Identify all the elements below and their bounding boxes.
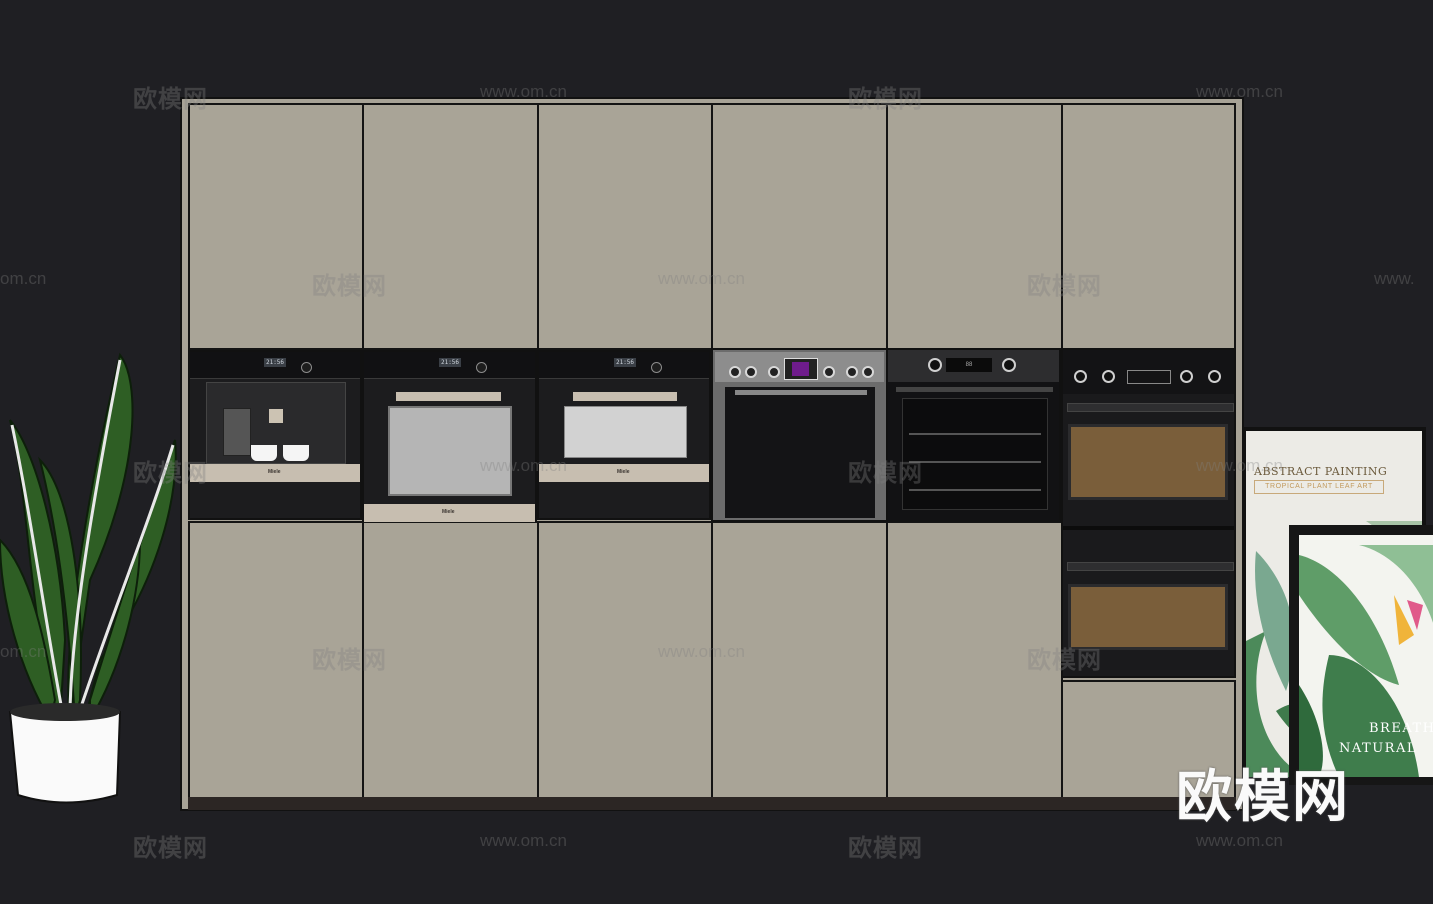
potted-plant (0, 352, 177, 804)
oven-display (784, 358, 818, 380)
coffee-spout-icon (269, 409, 283, 423)
upper-cabinet-door-4 (711, 103, 888, 350)
steam-oven: 21:56 Miele (537, 350, 711, 520)
stainless-oven (711, 348, 888, 522)
watermark-url: www.om.cn (480, 82, 567, 101)
control-knob-icon (1002, 358, 1016, 372)
poster-text: NATURAL (1339, 741, 1417, 756)
plant-leaf (89, 539, 141, 724)
poster-canvas: BREATH NATURAL (1299, 535, 1433, 777)
upper-cabinet-door-2 (362, 103, 539, 350)
control-knob-icon (729, 366, 741, 378)
oven-window (564, 406, 687, 458)
upper-cabinet-door-1 (188, 103, 364, 350)
lower-cabinet-door-2 (362, 521, 539, 799)
coffee-spout-icon (223, 408, 251, 456)
watermark-brand: 欧模网 (312, 647, 387, 674)
watermark-url: www. (1374, 269, 1415, 288)
control-knob-icon (1180, 370, 1193, 383)
oven-handle (735, 390, 867, 395)
tropical-leaf-poster: BREATH NATURAL (1289, 525, 1433, 785)
time-display: 21:56 (614, 358, 636, 367)
pot-soil (10, 703, 120, 721)
watermark-url: om.cn (0, 642, 47, 661)
control-knob-icon (928, 358, 942, 372)
watermark-url: om.cn (0, 269, 47, 288)
coffee-niche (206, 382, 346, 464)
upper-cabinet-door-5 (886, 103, 1063, 350)
watermark-brand: 欧模网 (848, 835, 923, 862)
watermark-brand: 欧模网 (1027, 273, 1102, 300)
watermark-url: www.om.cn (1196, 82, 1283, 101)
oven-window (388, 406, 512, 496)
watermark-url: www.om.cn (658, 642, 745, 661)
control-knob-icon (651, 362, 662, 373)
watermark-brand: 欧模网 (848, 460, 923, 487)
brand-logo: Miele (442, 509, 455, 515)
oven-handle (1067, 562, 1234, 571)
trim-strip: Miele (364, 504, 535, 522)
coffee-machine: 21:56 Miele (188, 350, 362, 520)
poster-text: BREATH (1369, 721, 1433, 736)
cabinet-plinth (188, 797, 1236, 810)
time-display: 21:56 (264, 358, 286, 367)
watermark-brand: 欧模网 (133, 460, 208, 487)
oven-divider (1063, 526, 1234, 530)
brand-logo: Miele (268, 469, 281, 475)
upper-cabinet-door-3 (537, 103, 713, 350)
poster-subtitle: TROPICAL PLANT LEAF ART (1254, 480, 1384, 494)
display-screen (792, 362, 809, 376)
control-knob-icon (301, 362, 312, 373)
oven-handle (1067, 403, 1234, 412)
oven-handle (396, 392, 501, 401)
watermark-brand: 欧模网 (312, 273, 387, 300)
watermark-brand: 欧模网 (133, 835, 208, 862)
oven-rack (909, 461, 1041, 463)
black-oven: 88 (886, 348, 1061, 522)
control-knob-icon (823, 366, 835, 378)
control-knob-icon (1074, 370, 1087, 383)
watermark-brand: 欧模网 (1027, 647, 1102, 674)
oven-handle (896, 387, 1053, 392)
watermark-url: www.om.cn (1196, 831, 1283, 850)
coffee-cup-icon (251, 445, 277, 461)
watermark-url: www.om.cn (480, 831, 567, 850)
oven-handle (573, 392, 677, 401)
upper-cabinet-door-6 (1061, 103, 1236, 350)
time-display: 21:56 (439, 358, 461, 367)
control-knob-icon (745, 366, 757, 378)
double-oven (1061, 348, 1236, 678)
control-knob-icon (768, 366, 780, 378)
control-knob-icon (1102, 370, 1115, 383)
watermark-brand: 欧模网 (133, 86, 208, 113)
watermark-url: www.om.cn (1196, 456, 1283, 475)
control-knob-icon (1208, 370, 1221, 383)
trim-strip: Miele (190, 464, 360, 482)
oven-window (902, 398, 1048, 510)
watermark-url: www.om.cn (658, 269, 745, 288)
brand-logo: Miele (617, 469, 630, 475)
watermark-url: www.om.cn (480, 456, 567, 475)
miele-oven: 21:56 Miele (362, 350, 537, 522)
watermark-brand-large: 欧模网 (1176, 765, 1350, 828)
control-knob-icon (846, 366, 858, 378)
oven-display (1127, 370, 1171, 384)
oven-display: 88 (946, 358, 992, 372)
coffee-cup-icon (283, 445, 309, 461)
watermark-brand: 欧模网 (848, 86, 923, 113)
oven-rack (909, 433, 1041, 435)
control-knob-icon (476, 362, 487, 373)
control-knob-icon (862, 366, 874, 378)
oven-rack (909, 489, 1041, 491)
